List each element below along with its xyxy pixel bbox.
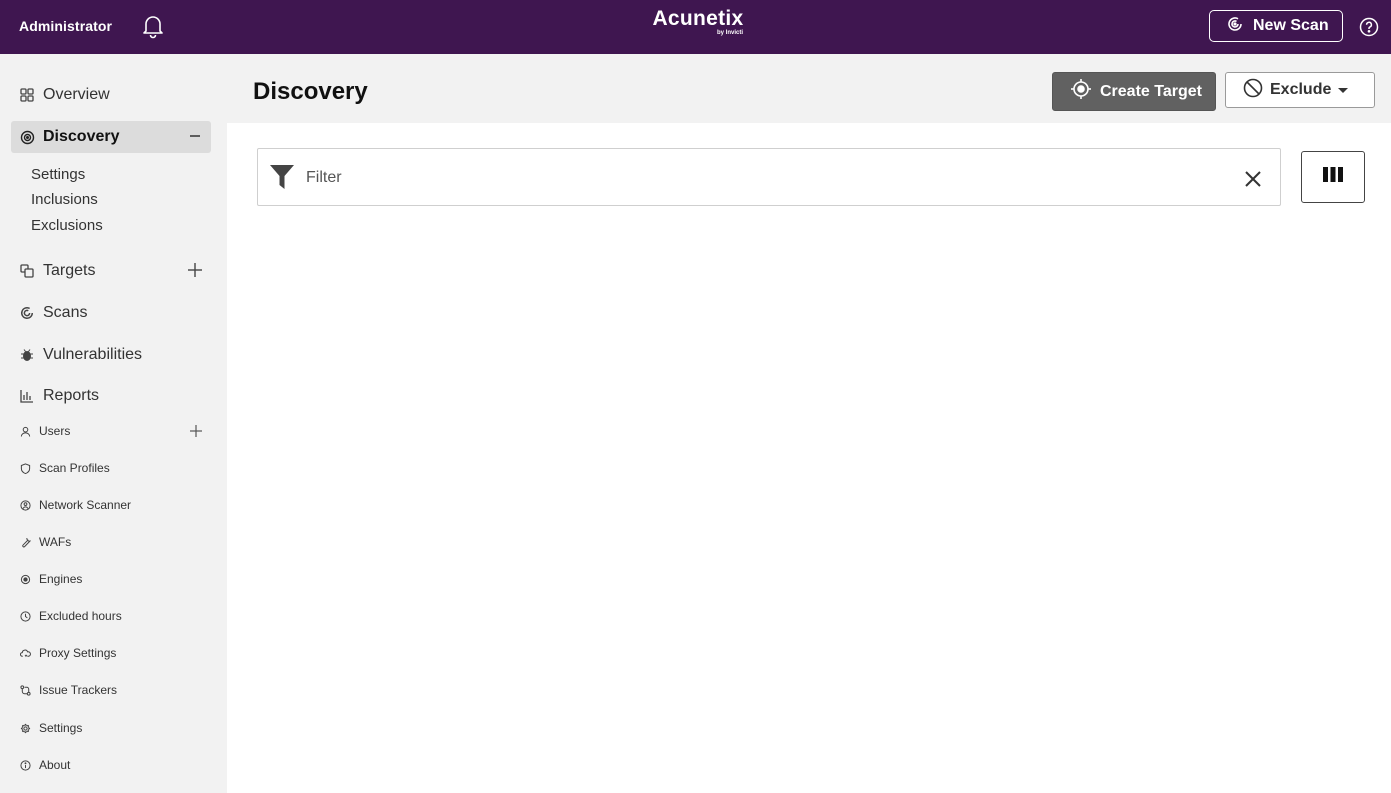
exclude-dropdown-button[interactable]: Exclude	[1225, 72, 1375, 108]
sidebar-item-scans[interactable]: Scans	[11, 297, 211, 329]
sidebar-subitem-exclusions[interactable]: Exclusions	[31, 217, 103, 234]
page-title: Discovery	[253, 78, 368, 105]
sidebar-item-label: Settings	[39, 721, 83, 735]
sidebar-item-excluded-hours[interactable]: Excluded hours	[11, 605, 211, 627]
git-branch-icon	[19, 684, 31, 696]
sidebar-item-label: Vulnerabilities	[43, 346, 143, 363]
sidebar-item-label: Proxy Settings	[39, 646, 117, 660]
collapse-icon[interactable]	[187, 128, 203, 144]
sidebar-item-wafs[interactable]: WAFs	[11, 531, 211, 553]
sidebar-item-users[interactable]: Users	[11, 420, 211, 442]
page-header: Discovery Create Target Exclude	[227, 54, 1391, 123]
sidebar-item-label: Users	[39, 424, 71, 438]
crosshair-icon	[1070, 78, 1092, 105]
sidebar-item-label: Excluded hours	[39, 609, 122, 623]
clock-icon	[19, 610, 31, 622]
sidebar-item-label: Issue Trackers	[39, 683, 118, 697]
info-icon	[19, 759, 31, 771]
gear-icon	[19, 722, 31, 734]
sidebar-item-label: Scan Profiles	[39, 461, 110, 475]
target-icon	[19, 129, 35, 145]
block-icon	[1243, 78, 1263, 103]
scan-icon	[19, 305, 35, 321]
sidebar-item-overview[interactable]: Overview	[11, 79, 211, 111]
sidebar-item-label: Scans	[43, 304, 88, 321]
sidebar-item-engines[interactable]: Engines	[11, 568, 211, 590]
sidebar-item-label: WAFs	[39, 535, 72, 549]
wrench-icon	[19, 536, 31, 548]
sidebar-item-issue-trackers[interactable]: Issue Trackers	[11, 679, 211, 701]
sidebar-item-discovery[interactable]: Discovery	[11, 121, 211, 153]
grid-icon	[19, 87, 35, 103]
cloud-sync-icon	[19, 647, 31, 659]
columns-button[interactable]	[1301, 151, 1365, 203]
caret-down-icon	[1338, 81, 1349, 99]
create-target-label: Create Target	[1100, 82, 1202, 100]
help-icon[interactable]	[1359, 17, 1379, 37]
sidebar-item-settings[interactable]: Settings	[11, 717, 211, 739]
chart-icon	[19, 388, 35, 404]
sidebar-item-scan-profiles[interactable]: Scan Profiles	[11, 457, 211, 479]
sidebar-subitem-settings[interactable]: Settings	[31, 166, 85, 183]
sidebar-item-label: Reports	[43, 387, 100, 404]
new-scan-button[interactable]: New Scan	[1209, 10, 1343, 42]
top-bar: Administrator Acunetix by Invicti New Sc…	[0, 0, 1391, 54]
exclude-label: Exclude	[1270, 81, 1332, 98]
sidebar-item-reports[interactable]: Reports	[11, 380, 211, 412]
sidebar-item-label: About	[39, 758, 71, 772]
scan-icon	[1227, 16, 1243, 37]
sidebar-item-label: Targets	[43, 262, 96, 279]
new-scan-label: New Scan	[1253, 17, 1329, 34]
engine-icon	[19, 573, 31, 585]
close-icon[interactable]	[1244, 170, 1262, 188]
sidebar-item-network-scanner[interactable]: Network Scanner	[11, 494, 211, 516]
bug-icon	[19, 347, 35, 363]
network-icon	[19, 499, 31, 511]
sidebar-item-about[interactable]: About	[11, 754, 211, 776]
sidebar-item-label: Overview	[43, 86, 110, 103]
sidebar-item-label: Network Scanner	[39, 498, 132, 512]
funnel-icon	[270, 165, 294, 190]
columns-icon	[1323, 167, 1343, 187]
sidebar-item-proxy-settings[interactable]: Proxy Settings	[11, 642, 211, 664]
shield-icon	[19, 462, 31, 474]
targets-icon	[19, 263, 35, 279]
filter-input[interactable]: Filter	[306, 169, 342, 187]
sidebar-item-label: Discovery	[43, 128, 120, 145]
user-icon	[19, 425, 31, 437]
bell-icon[interactable]	[141, 13, 165, 39]
sidebar-item-targets[interactable]: Targets	[11, 255, 211, 287]
add-target-icon[interactable]	[187, 262, 203, 278]
sidebar-item-label: Engines	[39, 572, 83, 586]
sidebar: Overview Discovery Settings Inclusions E…	[0, 54, 227, 793]
add-user-icon[interactable]	[189, 424, 203, 438]
sidebar-item-vulnerabilities[interactable]: Vulnerabilities	[11, 339, 211, 371]
acunetix-logo[interactable]: Acunetix by Invicti	[648, 8, 748, 37]
user-menu[interactable]: Administrator	[19, 18, 112, 34]
create-target-button[interactable]: Create Target	[1052, 72, 1216, 111]
filter-bar[interactable]: Filter	[257, 148, 1281, 206]
sidebar-subitem-inclusions[interactable]: Inclusions	[31, 191, 98, 208]
